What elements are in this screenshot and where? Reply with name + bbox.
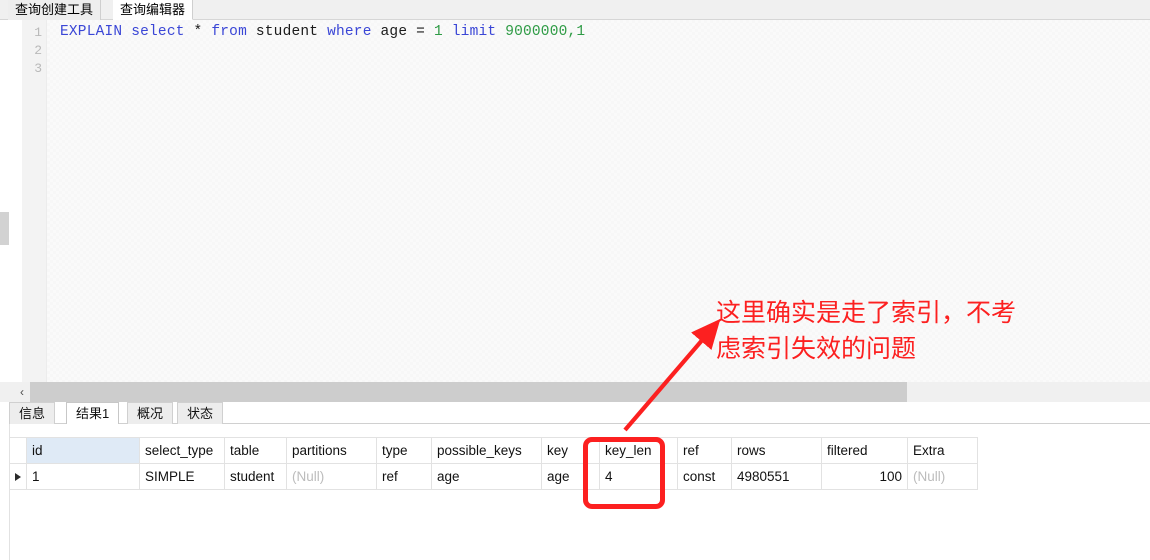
- cell-filtered[interactable]: 100: [821, 463, 908, 490]
- sql-keyword-explain: EXPLAIN: [60, 24, 123, 40]
- row-indicator-cell[interactable]: [9, 463, 27, 490]
- cell-possible-keys[interactable]: age: [431, 463, 542, 490]
- chevron-left-icon[interactable]: ‹: [14, 382, 30, 402]
- cell-extra[interactable]: (Null): [907, 463, 978, 490]
- column-header-type[interactable]: type: [376, 437, 432, 464]
- explain-result-grid[interactable]: id select_type table partitions type pos…: [9, 424, 1150, 560]
- column-header-rows[interactable]: rows: [731, 437, 822, 464]
- column-header-ref[interactable]: ref: [677, 437, 732, 464]
- column-header-partitions[interactable]: partitions: [286, 437, 377, 464]
- column-header-table[interactable]: table: [224, 437, 287, 464]
- editor-tab-bar: 查询创建工具 查询编辑器: [0, 0, 1150, 20]
- sql-operator-equals: =: [416, 24, 426, 40]
- tab-query-builder[interactable]: 查询创建工具: [8, 0, 102, 20]
- column-header-extra[interactable]: Extra: [907, 437, 978, 464]
- table-header-row: id select_type table partitions type pos…: [9, 437, 978, 464]
- sql-editor[interactable]: 1 2 3 EXPLAIN select * from student wher…: [0, 20, 1150, 382]
- tab-profile[interactable]: 概况: [127, 402, 174, 424]
- sql-keyword-where: where: [327, 24, 372, 40]
- tab-result1[interactable]: 结果1: [66, 402, 120, 424]
- table-row[interactable]: 1 SIMPLE student (Null) ref age age 4 co…: [9, 463, 978, 490]
- column-header-filtered[interactable]: filtered: [821, 437, 908, 464]
- sql-literal-one: 1: [433, 24, 443, 40]
- tab-query-editor[interactable]: 查询编辑器: [113, 0, 194, 20]
- editor-left-margin: [0, 20, 22, 382]
- tab-status[interactable]: 状态: [177, 402, 224, 424]
- cell-rows[interactable]: 4980551: [731, 463, 822, 490]
- editor-gutter: 1 2 3: [22, 20, 47, 382]
- scrollbar-thumb[interactable]: [30, 382, 907, 402]
- left-panel-collapse-handle[interactable]: [0, 212, 9, 245]
- column-header-key-len[interactable]: key_len: [599, 437, 678, 464]
- sql-limit-values: 9000000,1: [505, 24, 586, 40]
- sql-keyword-select: select: [131, 24, 185, 40]
- cell-ref[interactable]: const: [677, 463, 732, 490]
- cell-select-type[interactable]: SIMPLE: [139, 463, 225, 490]
- cell-id[interactable]: 1: [26, 463, 140, 490]
- column-header-key[interactable]: key: [541, 437, 600, 464]
- cell-key[interactable]: age: [541, 463, 600, 490]
- sql-keyword-from: from: [211, 24, 247, 40]
- line-number: 1: [34, 25, 42, 40]
- result-tab-bar: 信息 结果1 概况 状态: [0, 402, 1150, 424]
- line-number: 3: [34, 61, 42, 76]
- cell-type[interactable]: ref: [376, 463, 432, 490]
- column-header-id[interactable]: id: [26, 437, 140, 464]
- sql-table-name: student: [255, 24, 319, 40]
- sql-keyword-limit: limit: [451, 24, 497, 40]
- cell-key-len[interactable]: 4: [599, 463, 678, 490]
- row-marker-header: [9, 437, 27, 464]
- tab-info[interactable]: 信息: [9, 402, 56, 424]
- editor-code-area[interactable]: EXPLAIN select * from student where age …: [47, 20, 1150, 382]
- result-table[interactable]: id select_type table partitions type pos…: [9, 437, 978, 490]
- sql-client-window: 查询创建工具 查询编辑器 1 2 3 EXPLAIN select * from…: [0, 0, 1150, 560]
- row-current-arrow-icon: [15, 473, 21, 482]
- cell-partitions[interactable]: (Null): [286, 463, 377, 490]
- sql-statement-line[interactable]: EXPLAIN select * from student where age …: [60, 24, 585, 40]
- sql-column-age: age: [380, 24, 408, 40]
- cell-table[interactable]: student: [224, 463, 287, 490]
- line-number: 2: [34, 43, 42, 58]
- column-header-possible-keys[interactable]: possible_keys: [431, 437, 542, 464]
- column-header-select-type[interactable]: select_type: [139, 437, 225, 464]
- editor-horizontal-scrollbar[interactable]: ‹: [0, 382, 1150, 402]
